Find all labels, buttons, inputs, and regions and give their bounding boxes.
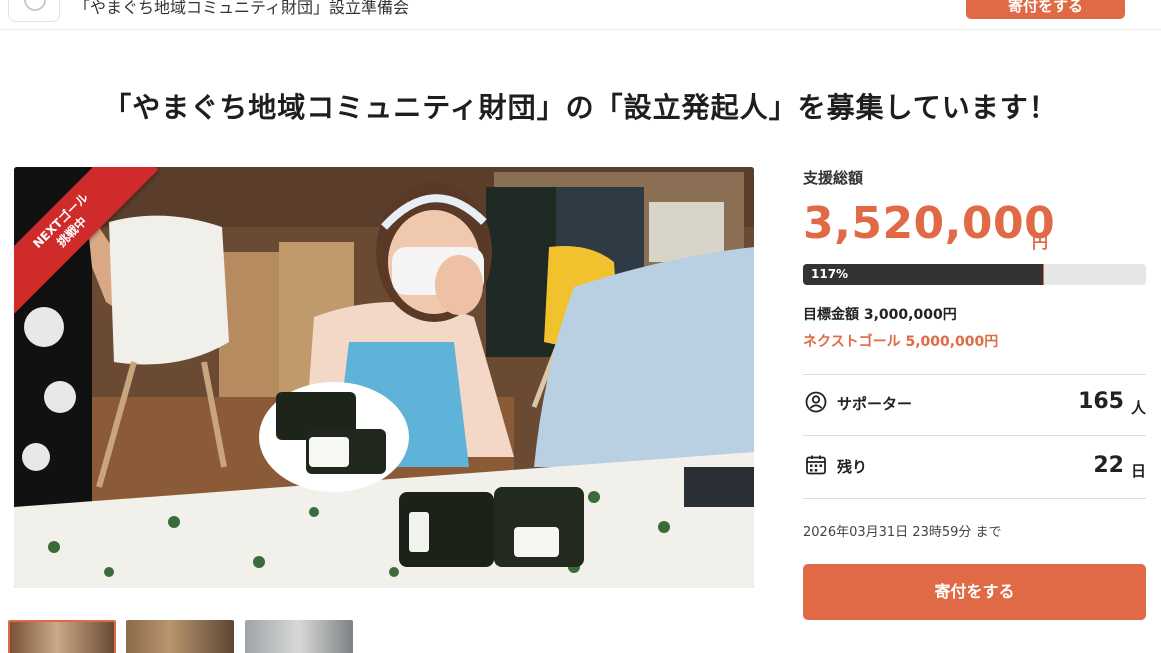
next-goal-amount: ネクストゴール 5,000,000円 bbox=[803, 334, 999, 350]
remaining-unit: 日 bbox=[1130, 462, 1146, 480]
supporters-unit: 人 bbox=[1130, 399, 1146, 417]
total-label: 支援総額 bbox=[803, 169, 864, 187]
ribbon-label: NEXTゴール 挑戦中 bbox=[14, 167, 159, 317]
calendar-icon bbox=[806, 455, 826, 475]
supporters-count: 165 bbox=[1078, 389, 1124, 414]
logo-mark bbox=[24, 0, 46, 11]
org-logo[interactable] bbox=[8, 0, 60, 22]
supporters-label: サポーター bbox=[837, 395, 913, 413]
person-circle-icon bbox=[805, 391, 827, 413]
divider bbox=[803, 435, 1146, 436]
funding-summary: 支援総額 3,520,000 円 117% 目標金額 3,000,000円 ネク… bbox=[803, 0, 1146, 653]
thumbnail-2[interactable] bbox=[126, 620, 234, 653]
deadline: 2026年03月31日 23時59分 まで bbox=[803, 525, 1002, 540]
thumbnail-1[interactable] bbox=[8, 620, 116, 653]
total-amount-unit: 円 bbox=[1032, 233, 1049, 252]
next-goal-ribbon: NEXTゴール 挑戦中 bbox=[14, 167, 164, 317]
progress-percent: 117% bbox=[811, 267, 849, 281]
progress-bar: 117% bbox=[803, 264, 1146, 285]
total-amount: 3,520,000 bbox=[803, 198, 1056, 249]
goal-amount: 目標金額 3,000,000円 bbox=[803, 307, 957, 323]
org-name[interactable]: 「やまぐち地域コミュニティ財団」設立準備会 bbox=[74, 0, 409, 18]
divider bbox=[803, 498, 1146, 499]
donate-button[interactable]: 寄付をする bbox=[803, 564, 1146, 620]
remaining-label: 残り bbox=[837, 458, 868, 476]
remaining-days: 22 bbox=[1093, 453, 1124, 478]
divider bbox=[803, 374, 1146, 375]
thumbnail-3[interactable] bbox=[245, 620, 353, 653]
